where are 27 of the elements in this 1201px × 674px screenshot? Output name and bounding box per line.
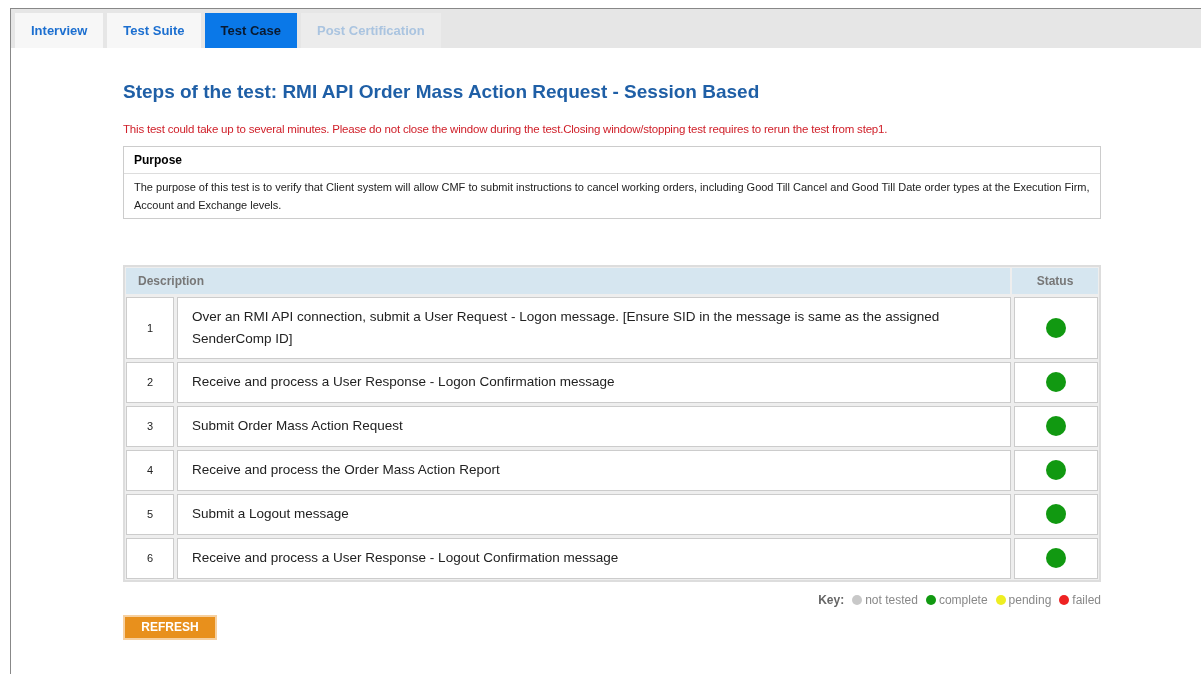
legend-label: complete	[938, 591, 988, 609]
legend-label: pending	[1008, 591, 1052, 609]
tab[interactable]: Interview	[15, 13, 104, 48]
step-description: Receive and process a User Response - Logon Confirmation message	[177, 361, 1011, 403]
purpose-heading: Purpose	[124, 146, 1100, 174]
tab[interactable]: Test Case	[204, 13, 297, 48]
step-number: 6	[126, 537, 174, 579]
step-number: 5	[126, 493, 174, 535]
step-description: Receive and process a User Response - Logout Confirmation message	[177, 537, 1011, 579]
step-number: 3	[126, 405, 174, 447]
step-description: Receive and process the Order Mass Action Report	[177, 449, 1011, 491]
warning-text: This test could take up to several minutes. Please do not close the window during the test.Closing window/stopping test requires to rerun the test from step1.	[123, 121, 889, 137]
step-description: Submit Order Mass Action Request	[177, 405, 1011, 447]
step-description: Submit a Logout message	[177, 493, 1011, 535]
tab[interactable]: Test Suite	[107, 13, 201, 48]
purpose-text: The purpose of this test is to verify that Client system will allow CMF to submit instructions to cancel working orders, including Good Till Cancel and Good Till Date order types at the Execution Firm, Account and Exchange levels.	[133, 179, 1091, 213]
step-number: 4	[126, 449, 174, 491]
key-label: Key:	[818, 591, 845, 609]
refresh-button[interactable]: REFRESH	[123, 614, 217, 640]
column-header: Status	[1035, 272, 1075, 290]
step-number: 1	[126, 296, 174, 359]
legend-label: not tested	[865, 591, 918, 609]
step-description: Over an RMI API connection, submit a User Request - Logon message. [Ensure SID in the message is same as the assigned SenderComp ID]	[177, 296, 1011, 359]
column-header: Description	[126, 267, 1012, 294]
page-title: Steps of the test: RMI API Order Mass Action Request - Session Based	[123, 80, 761, 104]
step-number: 2	[126, 361, 174, 403]
legend-label: failed	[1072, 591, 1101, 609]
